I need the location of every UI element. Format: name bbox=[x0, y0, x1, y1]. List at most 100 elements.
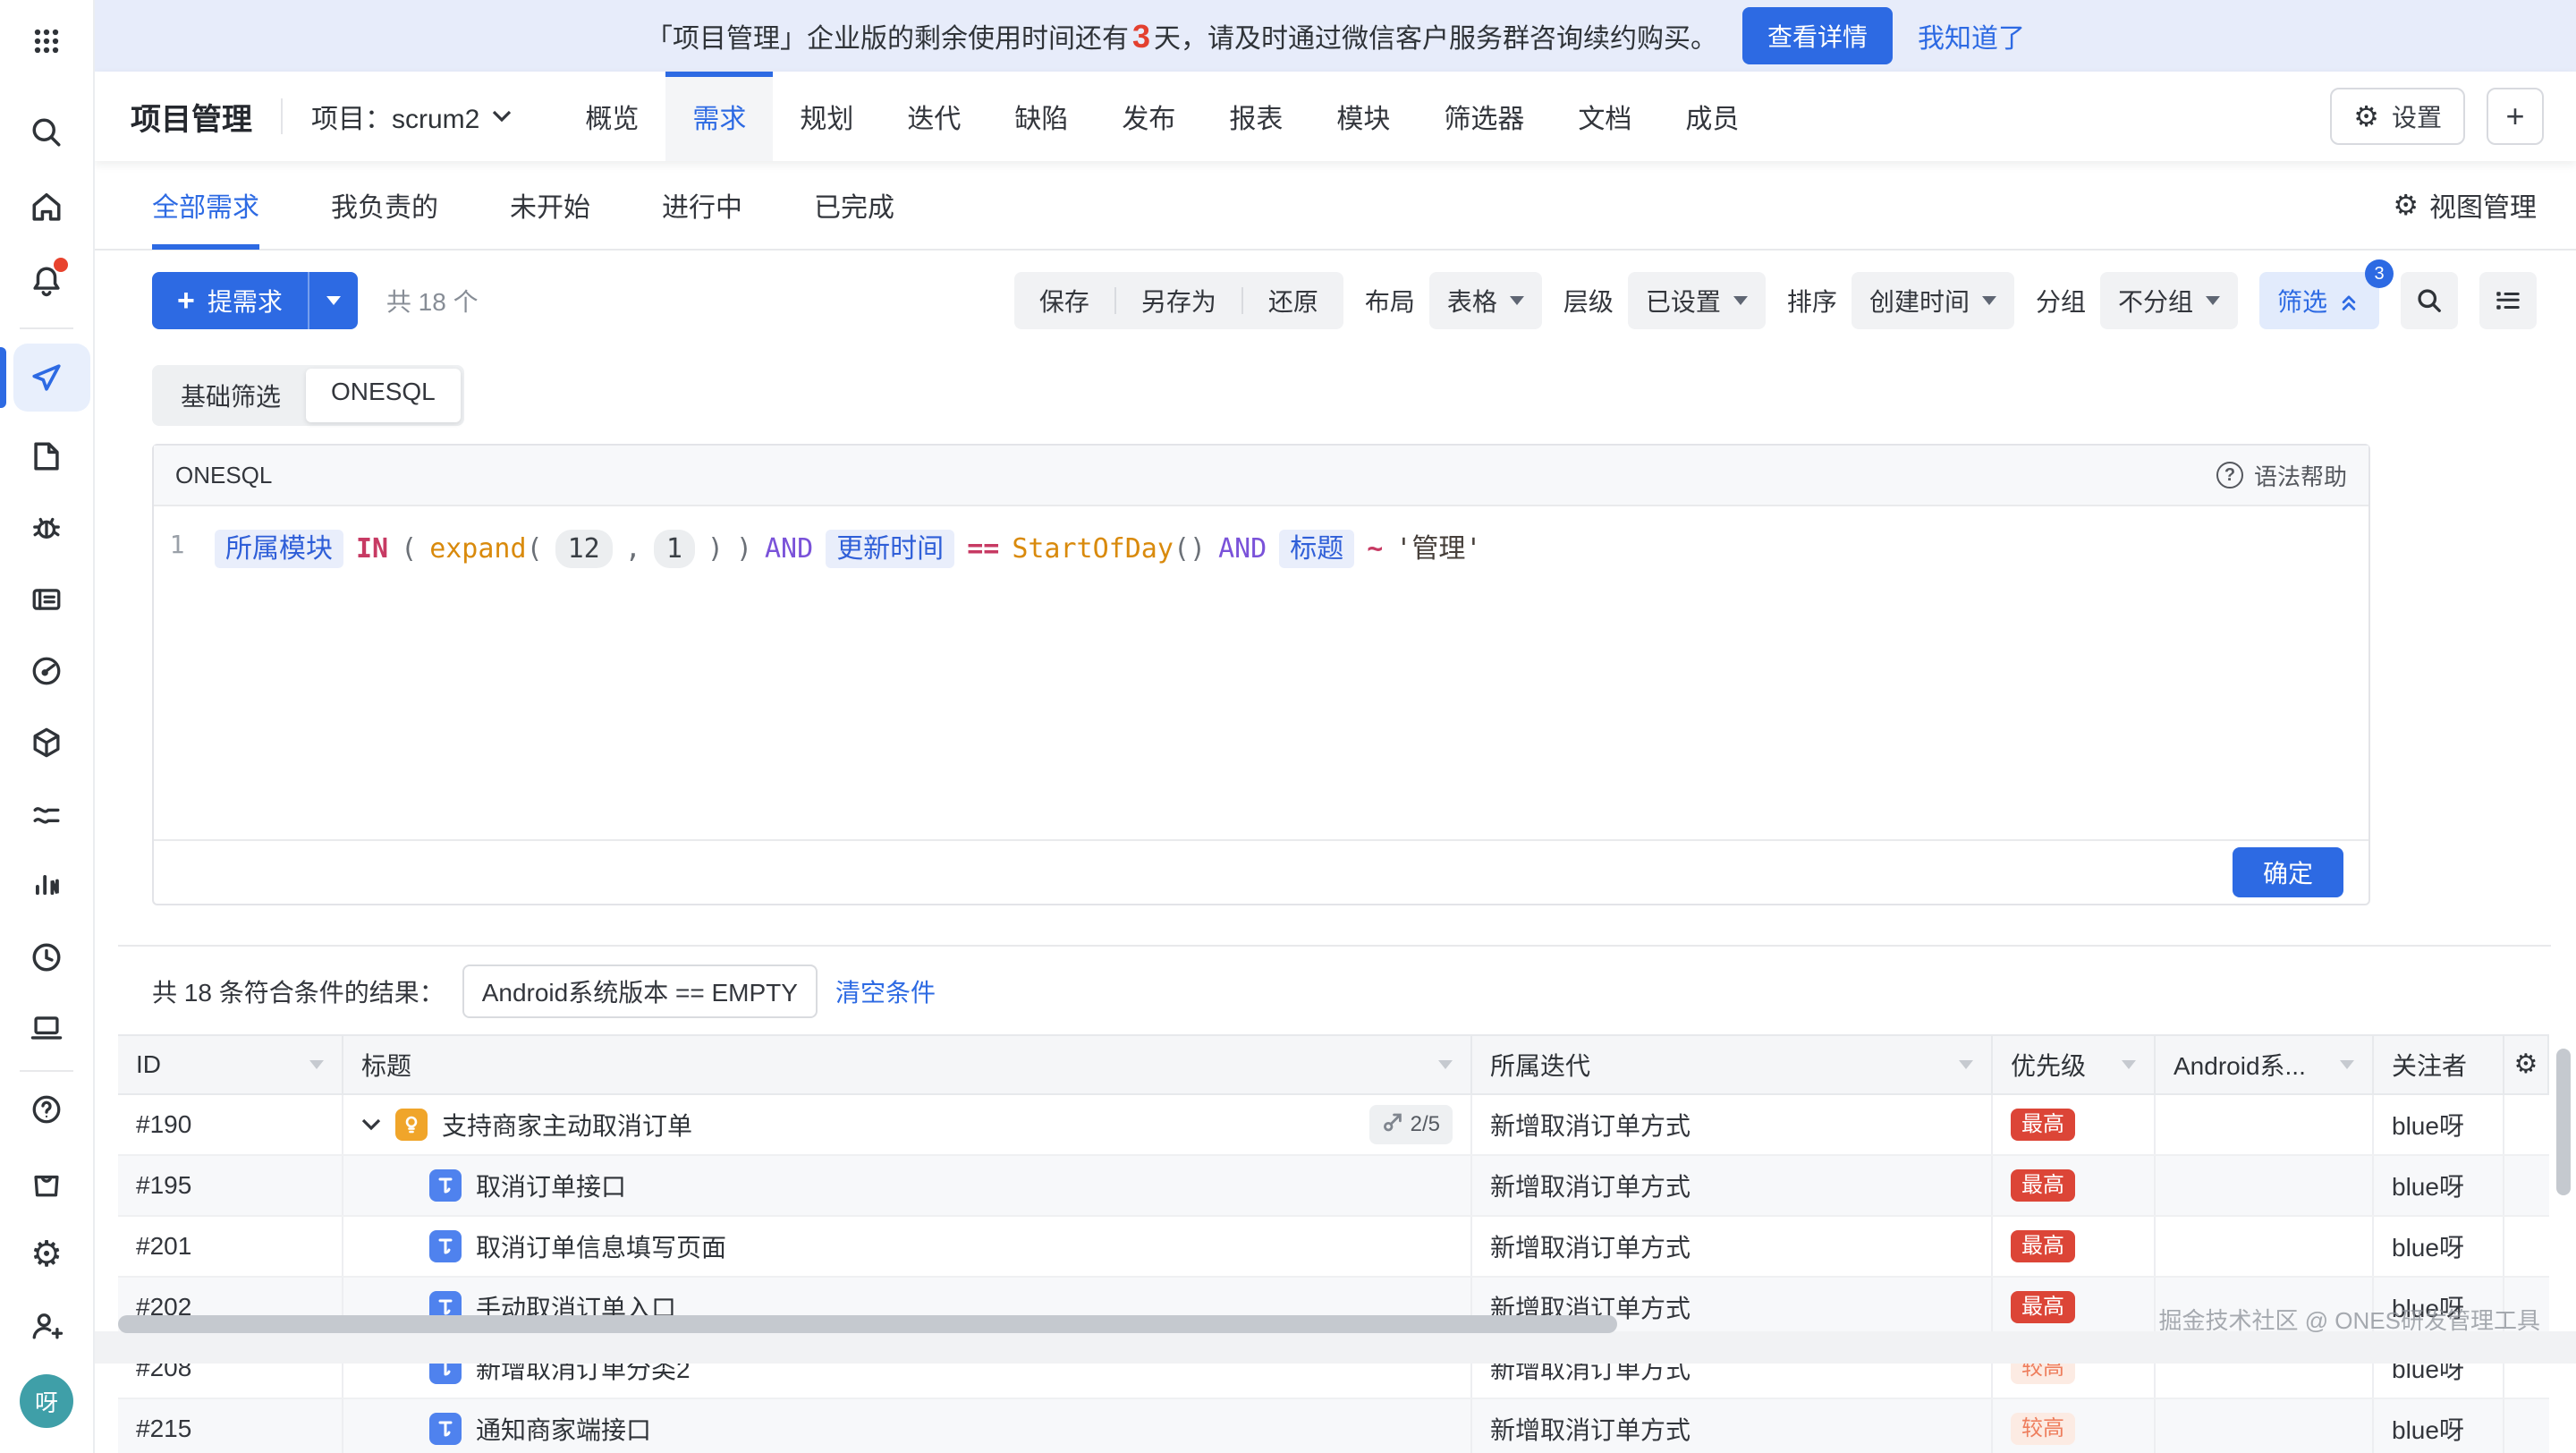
horizontal-scrollbar[interactable] bbox=[118, 1315, 1617, 1333]
nav-tab-0[interactable]: 概览 bbox=[558, 72, 665, 161]
cell-android-version[interactable] bbox=[2156, 1399, 2374, 1453]
project-settings-button[interactable]: ⚙ 设置 bbox=[2330, 88, 2465, 145]
view-tab-1[interactable]: 我负责的 bbox=[331, 160, 438, 250]
clear-conditions-link[interactable]: 清空条件 bbox=[835, 973, 936, 1009]
notifications-bell-icon[interactable] bbox=[27, 261, 66, 301]
cell-android-version[interactable] bbox=[2156, 1217, 2374, 1276]
resource-cube-icon[interactable] bbox=[27, 723, 66, 762]
syntax-help-link[interactable]: ? 语法帮助 bbox=[2216, 459, 2347, 492]
table-row[interactable]: #190支持商家主动取消订单2/5新增取消订单方式最高blue呀 bbox=[118, 1095, 2549, 1156]
dashboard-gauge-icon[interactable] bbox=[27, 651, 66, 691]
item-title[interactable]: 通知商家端接口 bbox=[476, 1411, 651, 1447]
add-component-button[interactable]: + bbox=[2487, 88, 2544, 145]
cell-title[interactable]: 通知商家端接口 bbox=[343, 1399, 1472, 1453]
revert-button[interactable]: 还原 bbox=[1243, 272, 1343, 329]
item-title[interactable]: 支持商家主动取消订单 bbox=[442, 1107, 692, 1143]
layout-dropdown[interactable]: 表格 bbox=[1429, 272, 1542, 329]
cell-priority[interactable]: 最高 bbox=[1993, 1217, 2156, 1276]
nav-tab-8[interactable]: 筛选器 bbox=[1417, 72, 1551, 161]
view-details-button[interactable]: 查看详情 bbox=[1742, 7, 1893, 64]
onesql-code-line[interactable]: 所属模块IN(expand(12,1))AND更新时间==StartOfDay(… bbox=[200, 506, 2368, 839]
cell-priority[interactable]: 最高 bbox=[1993, 1278, 2156, 1337]
column-header-watcher[interactable]: 关注者 bbox=[2374, 1036, 2504, 1093]
sidebar-item-project[interactable] bbox=[0, 344, 94, 412]
nav-tab-4[interactable]: 缺陷 bbox=[987, 72, 1095, 161]
item-title[interactable]: 取消订单接口 bbox=[476, 1168, 626, 1203]
invite-member-icon[interactable] bbox=[27, 1306, 66, 1346]
testcase-bug-icon[interactable] bbox=[27, 508, 66, 548]
cell-priority[interactable]: 最高 bbox=[1993, 1156, 2156, 1215]
create-requirement-dropdown[interactable] bbox=[308, 272, 358, 329]
onesql-editor[interactable]: 1 所属模块IN(expand(12,1))AND更新时间==StartOfDa… bbox=[154, 506, 2368, 839]
cell-watcher[interactable]: blue呀 bbox=[2374, 1217, 2504, 1276]
table-row[interactable]: #201取消订单信息填写页面新增取消订单方式最高blue呀 bbox=[118, 1217, 2549, 1278]
appstore-bag-icon[interactable] bbox=[27, 1163, 66, 1202]
subitem-count-pill[interactable]: 2/5 bbox=[1369, 1105, 1453, 1144]
devops-card-icon[interactable] bbox=[27, 580, 66, 619]
table-row[interactable]: #215通知商家端接口新增取消订单方式较高blue呀 bbox=[118, 1399, 2549, 1453]
save-as-button[interactable]: 另存为 bbox=[1116, 272, 1241, 329]
confirm-button[interactable]: 确定 bbox=[2233, 847, 2343, 897]
user-avatar[interactable]: 呀 bbox=[20, 1374, 73, 1428]
cell-watcher[interactable]: blue呀 bbox=[2374, 1399, 2504, 1453]
vertical-scrollbar[interactable] bbox=[2556, 1049, 2571, 1195]
nav-tab-3[interactable]: 迭代 bbox=[880, 72, 987, 161]
acknowledge-link[interactable]: 我知道了 bbox=[1918, 16, 2025, 55]
home-icon[interactable] bbox=[27, 188, 66, 227]
clock-icon[interactable] bbox=[27, 938, 66, 977]
cell-android-version[interactable] bbox=[2156, 1095, 2374, 1154]
nav-tab-7[interactable]: 模块 bbox=[1309, 72, 1417, 161]
cell-watcher[interactable]: blue呀 bbox=[2374, 1095, 2504, 1154]
tab-basic-filter[interactable]: 基础筛选 bbox=[156, 369, 306, 422]
apps-grid-icon[interactable] bbox=[27, 21, 66, 61]
wiki-doc-icon[interactable] bbox=[27, 437, 66, 476]
search-icon[interactable] bbox=[27, 113, 66, 152]
nav-tab-9[interactable]: 文档 bbox=[1551, 72, 1658, 161]
save-button[interactable]: 保存 bbox=[1014, 272, 1114, 329]
item-title[interactable]: 取消订单信息填写页面 bbox=[476, 1228, 726, 1264]
column-settings-button[interactable]: ⚙ bbox=[2504, 1036, 2549, 1093]
column-header-priority[interactable]: 优先级 bbox=[1993, 1036, 2156, 1093]
cell-title[interactable]: 取消订单接口 bbox=[343, 1156, 1472, 1215]
report-chart-icon[interactable] bbox=[27, 866, 66, 905]
create-requirement-button[interactable]: + 提需求 bbox=[152, 272, 308, 329]
column-header-iteration[interactable]: 所属迭代 bbox=[1472, 1036, 1993, 1093]
cell-iteration[interactable]: 新增取消订单方式 bbox=[1472, 1095, 1993, 1154]
group-dropdown[interactable]: 不分组 bbox=[2100, 272, 2238, 329]
condition-chip[interactable]: Android系统版本 == EMPTY bbox=[462, 964, 818, 1018]
nav-tab-10[interactable]: 成员 bbox=[1658, 72, 1766, 161]
cell-title[interactable]: 支持商家主动取消订单 2/5 bbox=[343, 1095, 1472, 1154]
view-tab-3[interactable]: 进行中 bbox=[662, 160, 742, 250]
cell-priority[interactable]: 较高 bbox=[1993, 1399, 2156, 1453]
expand-chevron-icon[interactable] bbox=[361, 1117, 381, 1132]
cell-android-version[interactable] bbox=[2156, 1156, 2374, 1215]
nav-tab-6[interactable]: 报表 bbox=[1202, 72, 1309, 161]
tab-onesql[interactable]: ONESQL bbox=[306, 369, 461, 422]
project-selector[interactable]: 项目：scrum2 bbox=[311, 97, 512, 136]
nav-tab-1[interactable]: 需求 bbox=[665, 72, 773, 161]
search-button[interactable] bbox=[2401, 272, 2458, 329]
table-row[interactable]: #195取消订单接口新增取消订单方式最高blue呀 bbox=[118, 1156, 2549, 1217]
cell-iteration[interactable]: 新增取消订单方式 bbox=[1472, 1217, 1993, 1276]
cell-iteration[interactable]: 新增取消订单方式 bbox=[1472, 1399, 1993, 1453]
cell-iteration[interactable]: 新增取消订单方式 bbox=[1472, 1156, 1993, 1215]
cell-title[interactable]: 取消订单信息填写页面 bbox=[343, 1217, 1472, 1276]
view-tab-0[interactable]: 全部需求 bbox=[152, 160, 259, 250]
cell-priority[interactable]: 最高 bbox=[1993, 1095, 2156, 1154]
hierarchy-dropdown[interactable]: 已设置 bbox=[1628, 272, 1766, 329]
view-tab-2[interactable]: 未开始 bbox=[510, 160, 590, 250]
view-tab-4[interactable]: 已完成 bbox=[814, 160, 894, 250]
device-laptop-icon[interactable] bbox=[27, 1007, 66, 1047]
column-header-title[interactable]: 标题 bbox=[343, 1036, 1472, 1093]
detail-list-button[interactable] bbox=[2479, 272, 2537, 329]
sort-dropdown[interactable]: 创建时间 bbox=[1852, 272, 2014, 329]
pipeline-flow-icon[interactable] bbox=[27, 794, 66, 834]
nav-tab-5[interactable]: 发布 bbox=[1095, 72, 1202, 161]
column-header-id[interactable]: ID bbox=[118, 1036, 343, 1093]
view-manage-button[interactable]: ⚙ 视图管理 bbox=[2393, 185, 2537, 225]
cell-watcher[interactable]: blue呀 bbox=[2374, 1156, 2504, 1215]
nav-tab-2[interactable]: 规划 bbox=[773, 72, 880, 161]
settings-gear-icon[interactable]: ⚙ bbox=[27, 1235, 66, 1274]
help-icon[interactable] bbox=[27, 1090, 66, 1129]
column-header-android[interactable]: Android系... bbox=[2156, 1036, 2374, 1093]
